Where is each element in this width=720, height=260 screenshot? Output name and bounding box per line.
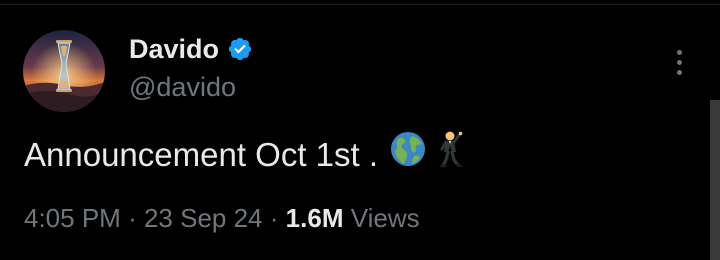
tweet-date[interactable]: 23 Sep 24 xyxy=(144,203,263,233)
hourglass-desert-avatar-icon xyxy=(23,30,105,112)
author-name-row: Davido xyxy=(129,32,253,66)
globe-americas-emoji-icon xyxy=(390,131,426,178)
man-dancing-emoji-icon xyxy=(438,130,466,179)
more-options-button[interactable] xyxy=(664,46,696,80)
avatar[interactable] xyxy=(23,30,105,112)
scrollbar[interactable] xyxy=(710,100,720,260)
meta-separator: · xyxy=(269,203,279,233)
meta-separator: · xyxy=(128,203,137,233)
tweet-text: Announcement Oct 1st . xyxy=(24,135,379,173)
views-label: Views xyxy=(350,203,420,233)
author-display-name[interactable]: Davido xyxy=(129,32,219,66)
author-handle[interactable]: @davido xyxy=(129,70,236,104)
verified-badge-icon xyxy=(227,36,253,62)
views-count: 1.6M xyxy=(285,203,344,233)
tweet-card: Davido @davido Announcement Oct 1st . 4:… xyxy=(0,0,720,260)
tweet-body: Announcement Oct 1st . xyxy=(24,130,466,179)
divider xyxy=(0,4,720,5)
tweet-time[interactable]: 4:05 PM xyxy=(24,203,121,233)
tweet-meta: 4:05 PM · 23 Sep 24 · 1.6M Views xyxy=(24,200,420,236)
